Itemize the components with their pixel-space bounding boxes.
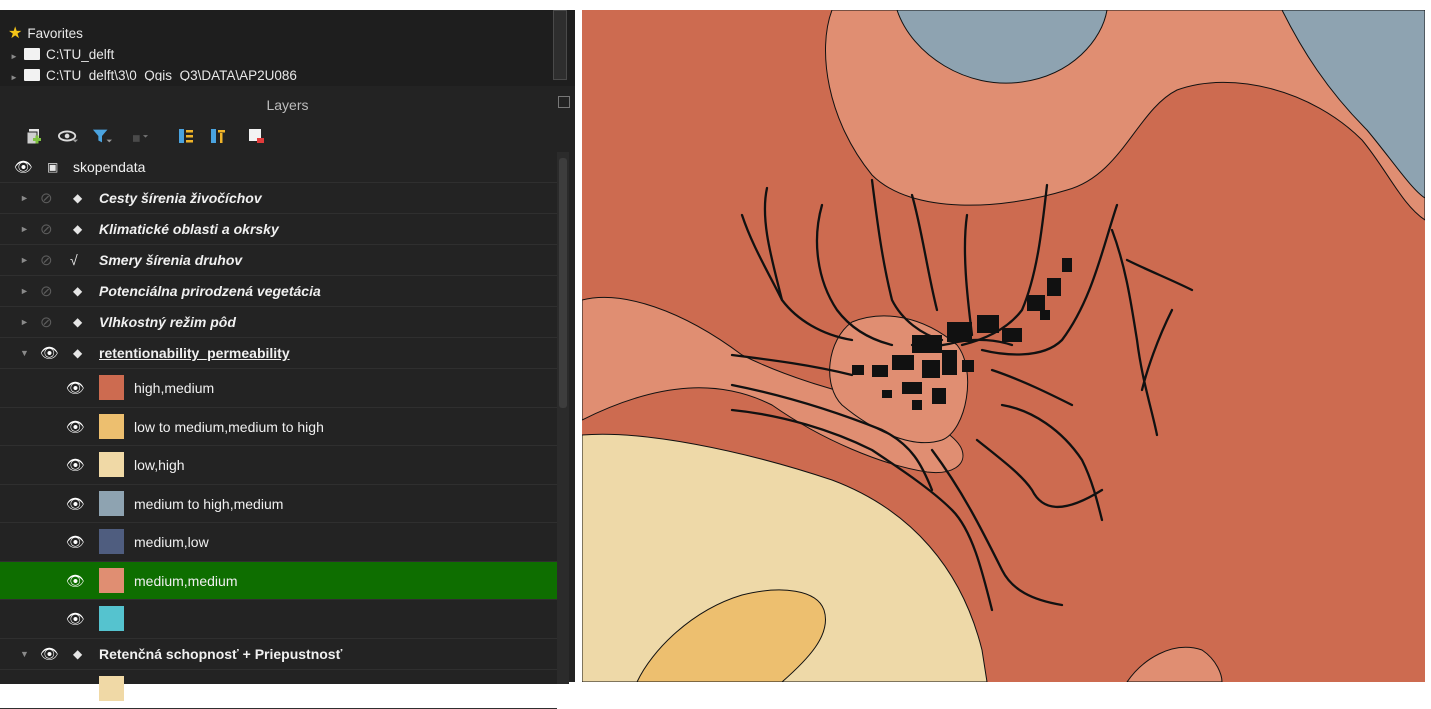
polygon-layer-icon: ◆ bbox=[73, 284, 83, 298]
layer-name: Potenciálna prirodzená vegetácia bbox=[99, 283, 321, 299]
layer-item[interactable]: ► ⊘ ◆ Vlhkostný režim pôd bbox=[0, 307, 557, 338]
add-group-icon[interactable] bbox=[24, 126, 44, 146]
layer-name: retentionability_permeability bbox=[99, 345, 290, 361]
layer-item[interactable]: ▼ 👁 ◆ retentionability_permeability bbox=[0, 338, 557, 369]
layer-item[interactable]: ▼ 👁 ◆ Retenčná schopnosť + Priepustnosť bbox=[0, 639, 557, 670]
symbol-label: high,medium bbox=[134, 380, 215, 396]
eye-icon[interactable]: 👁 bbox=[66, 418, 85, 436]
float-panel-button[interactable] bbox=[558, 96, 570, 108]
collapse-all-icon[interactable] bbox=[208, 126, 228, 146]
collapse-arrow-icon[interactable]: ▼ bbox=[20, 348, 29, 358]
eye-icon[interactable]: 👁 bbox=[40, 344, 59, 362]
layer-name: Vlhkostný režim pôd bbox=[99, 314, 236, 330]
symbol-label: low to medium,medium to high bbox=[134, 418, 324, 435]
symbol-item[interactable]: 👁 bbox=[0, 600, 557, 639]
symbol-item[interactable]: 👁 medium to high,medium bbox=[0, 485, 557, 523]
layers-toolbar bbox=[0, 120, 575, 152]
browser-scrollbar[interactable] bbox=[553, 10, 567, 80]
symbol-item[interactable]: 👁 medium,low bbox=[0, 523, 557, 562]
scrollbar-handle[interactable] bbox=[559, 158, 567, 408]
layer-tree: 👁 ▣ skopendata ► ⊘ ◆ Cesty šírenia živoč… bbox=[0, 152, 557, 709]
eye-hidden-icon[interactable]: ⊘ bbox=[40, 220, 53, 238]
polygon-layer-icon: ◆ bbox=[73, 222, 83, 236]
expand-arrow-icon[interactable]: ► bbox=[20, 255, 29, 265]
collapse-arrow-icon[interactable]: ▼ bbox=[20, 649, 29, 659]
color-swatch bbox=[99, 413, 124, 439]
symbol-label: medium to high,medium bbox=[134, 495, 284, 512]
polygon-layer-icon: ◆ bbox=[73, 315, 83, 329]
symbol-label: medium,low bbox=[134, 534, 209, 550]
expand-arrow-icon[interactable]: ► bbox=[10, 69, 24, 81]
folder-icon bbox=[24, 48, 40, 60]
polygon-layer-icon: ◆ bbox=[73, 191, 83, 205]
eye-icon[interactable]: 👁 bbox=[14, 158, 33, 176]
polygon-layer-icon: ◆ bbox=[73, 346, 83, 360]
layers-panel-title: Layers bbox=[266, 97, 309, 113]
filter-legend-icon[interactable] bbox=[92, 126, 112, 146]
color-swatch bbox=[99, 452, 124, 477]
expand-arrow-icon[interactable]: ► bbox=[20, 193, 29, 203]
favorite-path-item[interactable]: ► C:\TU_delft bbox=[10, 46, 114, 64]
layer-name: skopendata bbox=[73, 159, 146, 175]
expand-arrow-icon[interactable]: ► bbox=[10, 48, 24, 66]
symbol-item-selected[interactable]: 👁 medium,medium bbox=[0, 561, 557, 600]
eye-icon[interactable]: 👁 bbox=[66, 610, 85, 628]
layer-item[interactable]: ► ⊘ √ Smery šírenia druhov bbox=[0, 245, 557, 276]
eye-icon[interactable]: 👁 bbox=[66, 572, 85, 590]
layer-item[interactable]: ► ⊘ ◆ Klimatické oblasti a okrsky bbox=[0, 214, 557, 245]
layer-item[interactable]: ► ⊘ ◆ Potenciálna prirodzená vegetácia bbox=[0, 276, 557, 307]
layer-tree-scrollbar[interactable] bbox=[557, 152, 569, 684]
eye-hidden-icon[interactable]: ⊘ bbox=[40, 251, 53, 269]
layer-name: Klimatické oblasti a okrsky bbox=[99, 221, 279, 237]
folder-icon bbox=[24, 69, 40, 81]
eye-icon[interactable]: 👁 bbox=[66, 456, 85, 474]
symbol-item[interactable]: 👁 low to medium,medium to high bbox=[0, 408, 557, 446]
layer-name: Cesty šírenia živočíchov bbox=[99, 190, 262, 206]
eye-hidden-icon[interactable]: ⊘ bbox=[40, 282, 53, 300]
browser-panel: ★ Favorites ► C:\TU_delft ► C:\TU_delft\3\0… bbox=[0, 10, 575, 86]
eye-icon[interactable]: 👁 bbox=[40, 645, 59, 663]
eye-icon[interactable]: 👁 bbox=[66, 379, 85, 397]
color-swatch bbox=[99, 375, 124, 400]
color-swatch bbox=[99, 606, 124, 631]
star-icon: ★ bbox=[8, 25, 23, 42]
symbol-item[interactable] bbox=[0, 670, 557, 709]
layer-name: Smery šírenia druhov bbox=[99, 252, 243, 268]
layer-item[interactable]: ► ⊘ ◆ Cesty šírenia živočíchov bbox=[0, 183, 557, 214]
line-layer-icon: √ bbox=[70, 252, 78, 268]
remove-layer-icon[interactable] bbox=[246, 126, 266, 146]
favorites-item[interactable]: ★ Favorites bbox=[8, 25, 83, 43]
eye-icon[interactable]: 👁 bbox=[66, 495, 85, 513]
symbol-label: medium,medium bbox=[134, 572, 238, 589]
eye-hidden-icon[interactable]: ⊘ bbox=[40, 313, 53, 331]
symbol-item[interactable]: 👁 high,medium bbox=[0, 369, 557, 408]
symbol-item[interactable]: 👁 low,high bbox=[0, 446, 557, 485]
symbol-label: low,high bbox=[134, 457, 185, 473]
group-icon: ▣ bbox=[47, 160, 59, 174]
eye-hidden-icon[interactable]: ⊘ bbox=[40, 189, 53, 207]
expand-all-icon[interactable] bbox=[176, 126, 196, 146]
manage-visibility-icon[interactable] bbox=[58, 126, 78, 146]
filter-by-expression-icon[interactable] bbox=[128, 126, 148, 146]
eye-icon[interactable]: 👁 bbox=[66, 533, 85, 551]
color-swatch bbox=[99, 676, 124, 701]
expand-arrow-icon[interactable]: ► bbox=[20, 224, 29, 234]
color-swatch bbox=[99, 567, 124, 593]
color-swatch bbox=[99, 490, 124, 516]
favorite-path-item[interactable]: ► C:\TU_delft\3\0_Qgis_Q3\DATA\AP2U086 bbox=[10, 67, 297, 81]
expand-arrow-icon[interactable]: ► bbox=[20, 317, 29, 327]
color-swatch bbox=[99, 529, 124, 554]
expand-arrow-icon[interactable]: ► bbox=[20, 286, 29, 296]
layer-name: Retenčná schopnosť + Priepustnosť bbox=[99, 646, 343, 662]
polygon-layer-icon: ◆ bbox=[73, 647, 83, 661]
map-canvas[interactable] bbox=[582, 10, 1425, 682]
layer-group-root[interactable]: 👁 ▣ skopendata bbox=[0, 152, 557, 183]
